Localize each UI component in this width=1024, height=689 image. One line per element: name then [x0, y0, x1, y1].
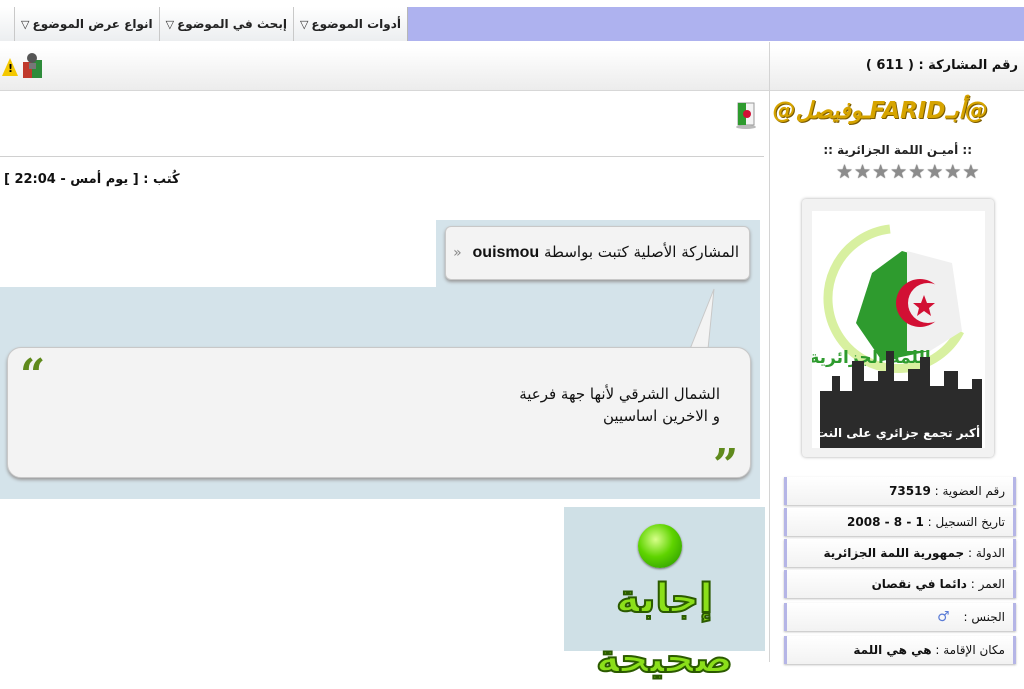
member-id-value: 73519 [889, 484, 931, 498]
quote-block-cutout [0, 220, 436, 287]
quote-text: الشمال الشرقي لأنها جهة فرعية و الاخرين … [519, 383, 720, 427]
avatar-slogan: أكبر تجمع جزائري على النت [816, 425, 980, 440]
residence-row: مكان الإقامة : هي هي اللمة [784, 636, 1016, 664]
post-date: كُتب : [ يوم أمس - 22:04 ] [4, 172, 180, 187]
warning-icon[interactable]: ! [2, 58, 18, 76]
post-separator [0, 156, 764, 157]
thread-toolbar: أدوات الموضوع ▽ إبحث في الموضوع ▽ انواع … [0, 7, 1024, 41]
age-row: العمر : دائما في نقصان [784, 570, 1016, 598]
star-icon: ★ [944, 161, 962, 183]
star-icon: ★ [926, 161, 944, 183]
triangle-down-icon: ▽ [165, 17, 175, 31]
quote-author-link[interactable]: ouismou [473, 244, 540, 261]
quote-line: و الاخرين اساسيين [603, 407, 720, 425]
quote-close-icon: ” [713, 440, 739, 491]
residence-value: هي هي اللمة [853, 643, 932, 657]
gender-row: الجنس : ♂ [784, 603, 1016, 631]
quote-original-box: المشاركة الأصلية كتبت بواسطة ouismou « [445, 226, 750, 280]
green-ball-icon [638, 524, 682, 568]
display-modes-label: انواع عرض الموضوع [32, 17, 153, 31]
star-icon: ★ [854, 161, 872, 183]
country-key: الدولة : [967, 546, 1005, 560]
view-post-icon[interactable]: « [453, 245, 462, 261]
display-modes-menu[interactable]: انواع عرض الموضوع ▽ [14, 7, 159, 41]
member-id-row: رقم العضوية : 73519 [784, 477, 1016, 505]
thread-tools: أدوات الموضوع ▽ إبحث في الموضوع ▽ انواع … [0, 7, 408, 41]
quote-bubble: “ الشمال الشرقي لأنها جهة فرعية و الاخري… [7, 347, 751, 478]
bubble-tail [689, 288, 715, 349]
star-icon: ★ [962, 161, 980, 183]
username[interactable]: @أبـFARIDـوفيصل@ [773, 98, 988, 124]
flag-icon [736, 102, 756, 129]
post-number: رقم المشاركة : ( 611 ) [865, 58, 1018, 73]
user-rank-stars: ★ ★ ★ ★ ★ ★ ★ ★ [836, 162, 979, 182]
report-post-icon[interactable] [20, 52, 46, 82]
star-icon: ★ [908, 161, 926, 183]
country-value: جمهورية اللمة الجزائرية [823, 546, 965, 560]
search-thread-menu[interactable]: إبحث في الموضوع ▽ [158, 7, 293, 41]
quote-original-prefix: المشاركة الأصلية كتبت بواسطة [543, 243, 739, 261]
star-icon: ★ [836, 161, 854, 183]
male-icon: ♂ [937, 609, 950, 625]
answer-badge-text: إجابة صحيحة [595, 575, 734, 683]
thread-tools-label: أدوات الموضوع [311, 17, 401, 31]
join-date-value: 1 - 8 - 2008 [847, 515, 924, 529]
join-date-row: تاريخ التسجيل : 1 - 8 - 2008 [784, 508, 1016, 536]
avatar-frame: اللمة الجزائرية أكبر تجمع جزائري على الن… [802, 199, 994, 457]
gender-key: الجنس : [963, 610, 1005, 624]
age-value: دائما في نقصان [871, 577, 967, 591]
age-key: العمر : [970, 577, 1005, 591]
member-id-key: رقم العضوية : [934, 484, 1005, 498]
join-date-key: تاريخ التسجيل : [927, 515, 1005, 529]
triangle-down-icon: ▽ [21, 17, 30, 31]
user-title: :: أميـن اللمة الجزائرية :: [823, 143, 972, 157]
country-row: الدولة : جمهورية اللمة الجزائرية [784, 539, 1016, 567]
search-thread-label: إبحث في الموضوع [177, 17, 287, 31]
star-icon: ★ [872, 161, 890, 183]
quote-open-icon: “ [20, 350, 46, 401]
avatar[interactable]: اللمة الجزائرية أكبر تجمع جزائري على الن… [812, 211, 985, 448]
avatar-title: اللمة الجزائرية [812, 348, 931, 368]
residence-key: مكان الإقامة : [935, 643, 1005, 657]
star-icon: ★ [890, 161, 908, 183]
quote-line: الشمال الشرقي لأنها جهة فرعية [519, 385, 720, 403]
answer-badge: إجابة صحيحة [564, 507, 765, 683]
thread-tools-menu[interactable]: أدوات الموضوع ▽ [292, 7, 407, 41]
triangle-down-icon: ▽ [299, 17, 309, 31]
sidebar-divider [769, 42, 770, 662]
